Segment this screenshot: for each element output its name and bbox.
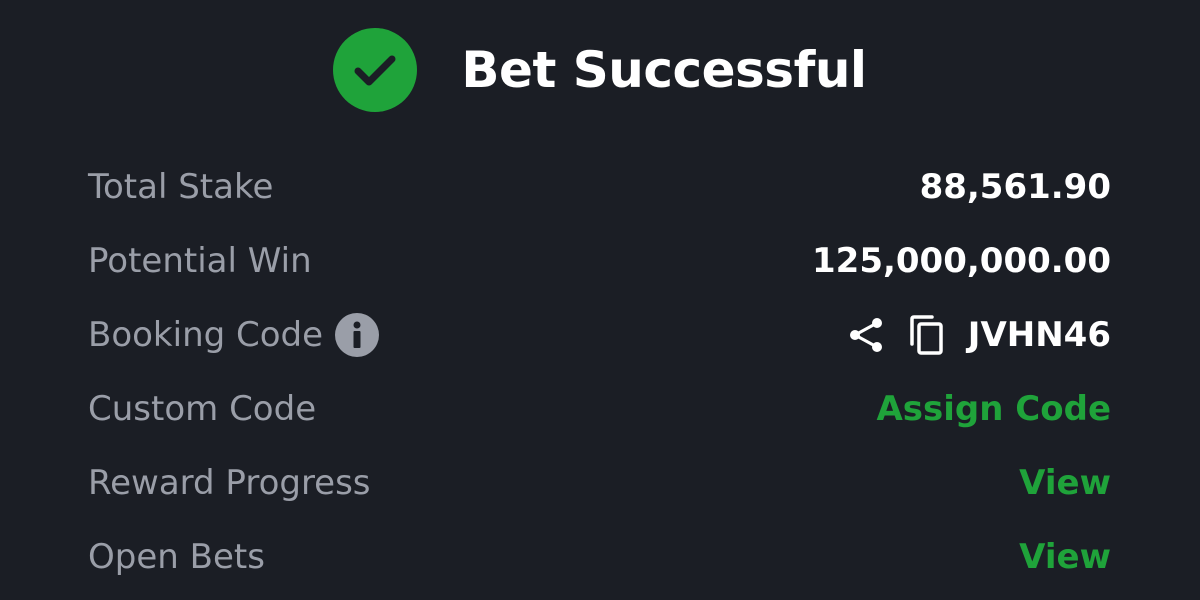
copy-icon[interactable] — [908, 314, 946, 356]
potential-win-label: Potential Win — [88, 241, 312, 281]
check-circle-icon — [333, 28, 418, 112]
open-bets-row: Open Bets View — [88, 520, 1111, 594]
potential-win-row: Potential Win 125,000,000.00 — [88, 224, 1111, 298]
total-stake-label: Total Stake — [88, 167, 274, 207]
reward-progress-view-link[interactable]: View — [1019, 463, 1111, 503]
total-stake-value: 88,561.90 — [919, 167, 1111, 207]
booking-code-row: Booking Code JVHN46 — [88, 298, 1111, 372]
reward-progress-row: Reward Progress View — [88, 446, 1111, 520]
booking-code-label: Booking Code — [88, 315, 324, 355]
open-bets-view-link[interactable]: View — [1019, 537, 1111, 577]
info-icon[interactable] — [335, 313, 380, 357]
custom-code-label: Custom Code — [88, 389, 317, 429]
booking-code-value[interactable]: JVHN46 — [968, 315, 1111, 355]
total-stake-row: Total Stake 88,561.90 — [88, 150, 1111, 224]
bet-details-list: Total Stake 88,561.90 Potential Win 125,… — [88, 150, 1111, 594]
assign-code-link[interactable]: Assign Code — [876, 389, 1111, 429]
open-bets-label: Open Bets — [88, 537, 265, 577]
page-title: Bet Successful — [461, 41, 867, 99]
bet-confirmation-screen: Bet Successful Total Stake 88,561.90 Pot… — [0, 0, 1200, 600]
booking-code-value-group: JVHN46 — [846, 314, 1111, 356]
potential-win-value: 125,000,000.00 — [812, 241, 1111, 281]
bet-status-header: Bet Successful — [0, 28, 1200, 112]
custom-code-row: Custom Code Assign Code — [88, 372, 1111, 446]
booking-code-label-group: Booking Code — [88, 313, 380, 357]
reward-progress-label: Reward Progress — [88, 463, 371, 503]
share-icon[interactable] — [846, 315, 886, 355]
